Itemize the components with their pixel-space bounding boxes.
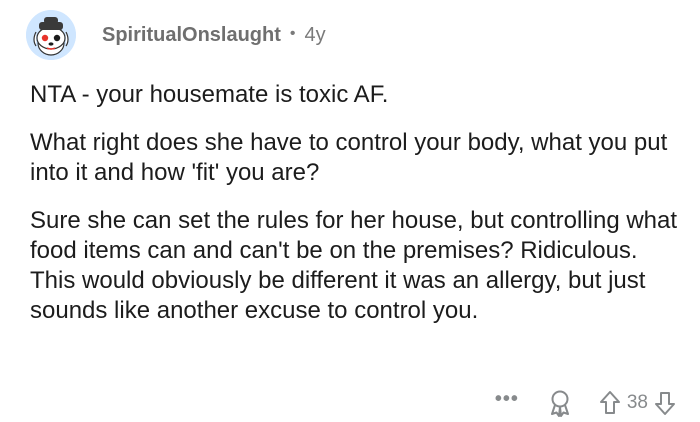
comment-body: NTA - your housemate is toxic AF. What r… (30, 80, 680, 344)
comment-paragraph: NTA - your housemate is toxic AF. (30, 81, 389, 108)
comment-meta: SpiritualOnslaught • 4y (102, 24, 326, 47)
author-username[interactable]: SpiritualOnslaught (102, 24, 281, 47)
more-dots-icon[interactable]: ••• (495, 388, 519, 411)
comment-header: SpiritualOnslaught • 4y (26, 10, 326, 60)
upvote-arrow-icon[interactable] (599, 390, 621, 416)
comment-paragraph: What right does she have to control your… (30, 129, 668, 186)
avatar[interactable] (26, 10, 76, 60)
snoo-avatar-icon (26, 10, 76, 60)
comment-paragraph: Sure she can set the rules for her house… (30, 207, 678, 324)
comment-age: 4y (304, 23, 326, 46)
award-icon[interactable] (547, 389, 573, 417)
comment-actions: ••• 38 (495, 388, 676, 418)
vote-score: 38 (626, 392, 648, 413)
downvote-arrow-icon[interactable] (654, 390, 676, 416)
meta-separator: • (289, 25, 296, 42)
